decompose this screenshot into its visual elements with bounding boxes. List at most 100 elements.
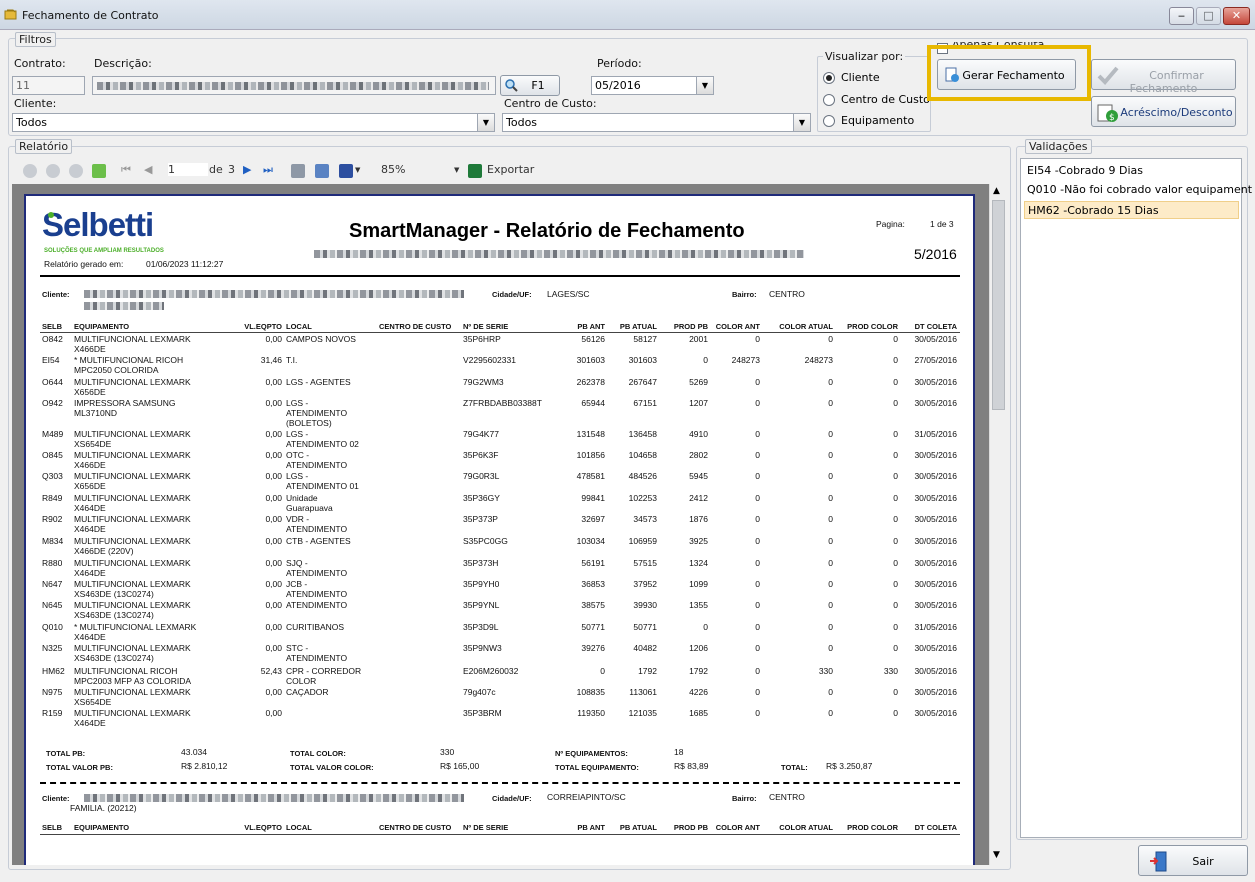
cell-prod-color: 0 (893, 536, 898, 546)
cell-pb-atual: 113061 (629, 687, 657, 697)
scroll-down-icon[interactable]: ▼ (993, 850, 1000, 860)
close-button[interactable]: ✕ (1223, 7, 1250, 25)
validacao-item[interactable]: EI54 -Cobrado 9 Dias (1024, 162, 1239, 180)
cell-color-ant: 0 (755, 558, 760, 568)
excel-icon[interactable] (468, 164, 482, 178)
cell-pb-atual: 34573 (633, 514, 657, 524)
cell-n-serie: 35P3D9L (463, 622, 499, 632)
cell-prod-pb: 1876 (689, 514, 708, 524)
cell-local: SJQ - ATENDIMENTO (286, 558, 348, 578)
report-viewer[interactable]: Selbetti SOLUÇÕES QUE AMPLIAM RESULTADOS… (12, 184, 989, 865)
validacoes-list[interactable]: EI54 -Cobrado 9 Dias Q010 -Não foi cobra… (1020, 158, 1252, 838)
cell-n-serie: V2295602331 (463, 355, 516, 365)
cell-color-atual: 0 (828, 471, 833, 481)
page-of-label: de (209, 163, 223, 176)
cell-equipamento: MULTIFUNCIONAL RICOH MPC2003 MFP A3 COLO… (74, 666, 191, 686)
cell-pb-atual: 57515 (633, 558, 657, 568)
cell-prod-pb: 3925 (689, 536, 708, 546)
cell-local: CAÇADOR (286, 687, 329, 697)
cidade-label: Cidade/UF: (492, 290, 532, 299)
prev-page-icon[interactable]: ◀ (144, 163, 152, 176)
cell-dt-coleta: 27/05/2016 (914, 355, 957, 365)
cell-n-serie: 35P6HRP (463, 334, 501, 344)
col-header-vl-eqpto: VL.EQPTO (244, 823, 282, 832)
print-icon[interactable] (291, 164, 305, 178)
cell-color-ant: 0 (755, 666, 760, 676)
total-label: TOTAL: (781, 763, 808, 772)
back-icon[interactable] (23, 164, 37, 178)
bairro-value: CENTRO (769, 289, 805, 299)
cell-equipamento: MULTIFUNCIONAL LEXMARK XS654DE (74, 429, 191, 449)
cell-pb-ant: 39276 (581, 643, 605, 653)
cell-prod-pb: 0 (703, 355, 708, 365)
col-header-prod-pb: PROD PB (673, 823, 708, 832)
chevron-down-icon[interactable]: ▼ (355, 166, 360, 174)
cell-color-ant: 248273 (731, 355, 760, 365)
export-button[interactable]: Exportar (487, 163, 534, 176)
refresh-icon[interactable] (92, 164, 106, 178)
col-header-dt-coleta: DT COLETA (914, 322, 957, 331)
report-period: 5/2016 (914, 246, 957, 262)
cell-dt-coleta: 30/05/2016 (914, 600, 957, 610)
cell-color-ant: 0 (755, 471, 760, 481)
page-number-input[interactable]: 1 (168, 163, 208, 176)
cell-vl-eqpto: 0,00 (265, 622, 282, 632)
cell-dt-coleta: 30/05/2016 (914, 450, 957, 460)
chevron-down-icon[interactable]: ▼ (454, 166, 459, 174)
next-page-icon[interactable]: ▶ (243, 163, 251, 176)
cell-color-atual: 0 (828, 622, 833, 632)
zoom-select[interactable]: 85% (381, 163, 405, 176)
minimize-button[interactable]: ‒ (1169, 7, 1194, 25)
periodo-label: Período: (597, 57, 642, 70)
cell-dt-coleta: 30/05/2016 (914, 377, 957, 387)
cliente-select[interactable]: Todos ▼ (12, 113, 495, 132)
stop-icon[interactable] (69, 164, 83, 178)
cell-color-ant: 0 (755, 493, 760, 503)
first-page-icon[interactable]: ⏮ (121, 163, 131, 177)
sair-button[interactable]: Sair (1138, 845, 1248, 876)
centro-custo-select[interactable]: Todos ▼ (502, 113, 811, 132)
periodo-select[interactable]: 05/2016 ▼ (591, 76, 714, 95)
filtros-legend: Filtros (15, 32, 56, 47)
col-header-selb: SELB (42, 322, 63, 331)
maximize-button[interactable]: □ (1196, 7, 1221, 25)
last-page-icon[interactable]: ⏭ (263, 163, 273, 177)
scrollbar-thumb[interactable] (992, 200, 1005, 410)
cell-n-serie: 35P9NW3 (463, 643, 502, 653)
descricao-input[interactable] (92, 76, 496, 95)
validacao-item-selected[interactable]: HM62 -Cobrado 15 Dias (1024, 201, 1239, 219)
cell-pb-atual: 40482 (633, 643, 657, 653)
report-page: Selbetti SOLUÇÕES QUE AMPLIAM RESULTADOS… (24, 194, 975, 865)
cell-local: CAMPOS NOVOS (286, 334, 356, 344)
cell-prod-color: 0 (893, 643, 898, 653)
contrato-input[interactable]: 11 (12, 76, 85, 95)
forward-icon[interactable] (46, 164, 60, 178)
acrescimo-desconto-button[interactable]: $ Acréscimo/Desconto (1091, 96, 1236, 127)
col-header-prod-color: PROD COLOR (847, 322, 898, 331)
cell-n-serie: 35P36GY (463, 493, 500, 503)
validacao-item[interactable]: Q010 -Não foi cobrado valor equipament (1024, 181, 1252, 199)
cell-color-atual: 0 (828, 558, 833, 568)
relatorio-legend: Relatório (15, 139, 73, 154)
save-icon[interactable] (339, 164, 353, 178)
col-header-vl-eqpto: VL.EQPTO (244, 322, 282, 331)
cell-local: OTC - ATENDIMENTO (286, 450, 348, 470)
report-scrollbar[interactable]: ▲ ▼ (989, 184, 1007, 865)
total-color-value: 330 (440, 747, 455, 757)
money-icon: $ (1097, 102, 1119, 124)
centro-custo-value: Todos (506, 116, 538, 129)
app-icon (4, 9, 17, 20)
confirmar-fechamento-button[interactable]: Confirmar Fechamento (1091, 59, 1236, 95)
cell-selb: N647 (42, 579, 63, 589)
cell-equipamento: IMPRESSORA SAMSUNG ML3710ND (74, 398, 176, 418)
f1-label: F1 (531, 79, 545, 92)
bairro-label: Bairro: (732, 290, 757, 299)
page-setup-icon[interactable] (315, 164, 329, 178)
search-f1-button[interactable]: F1 (500, 75, 560, 96)
scroll-up-icon[interactable]: ▲ (993, 186, 1000, 196)
chevron-down-icon: ▼ (477, 114, 494, 131)
cell-pb-atual: 102253 (628, 493, 657, 503)
generated-label: Relatório gerado em: (44, 259, 124, 269)
cell-color-atual: 0 (828, 429, 833, 439)
cell-color-ant: 0 (755, 514, 760, 524)
